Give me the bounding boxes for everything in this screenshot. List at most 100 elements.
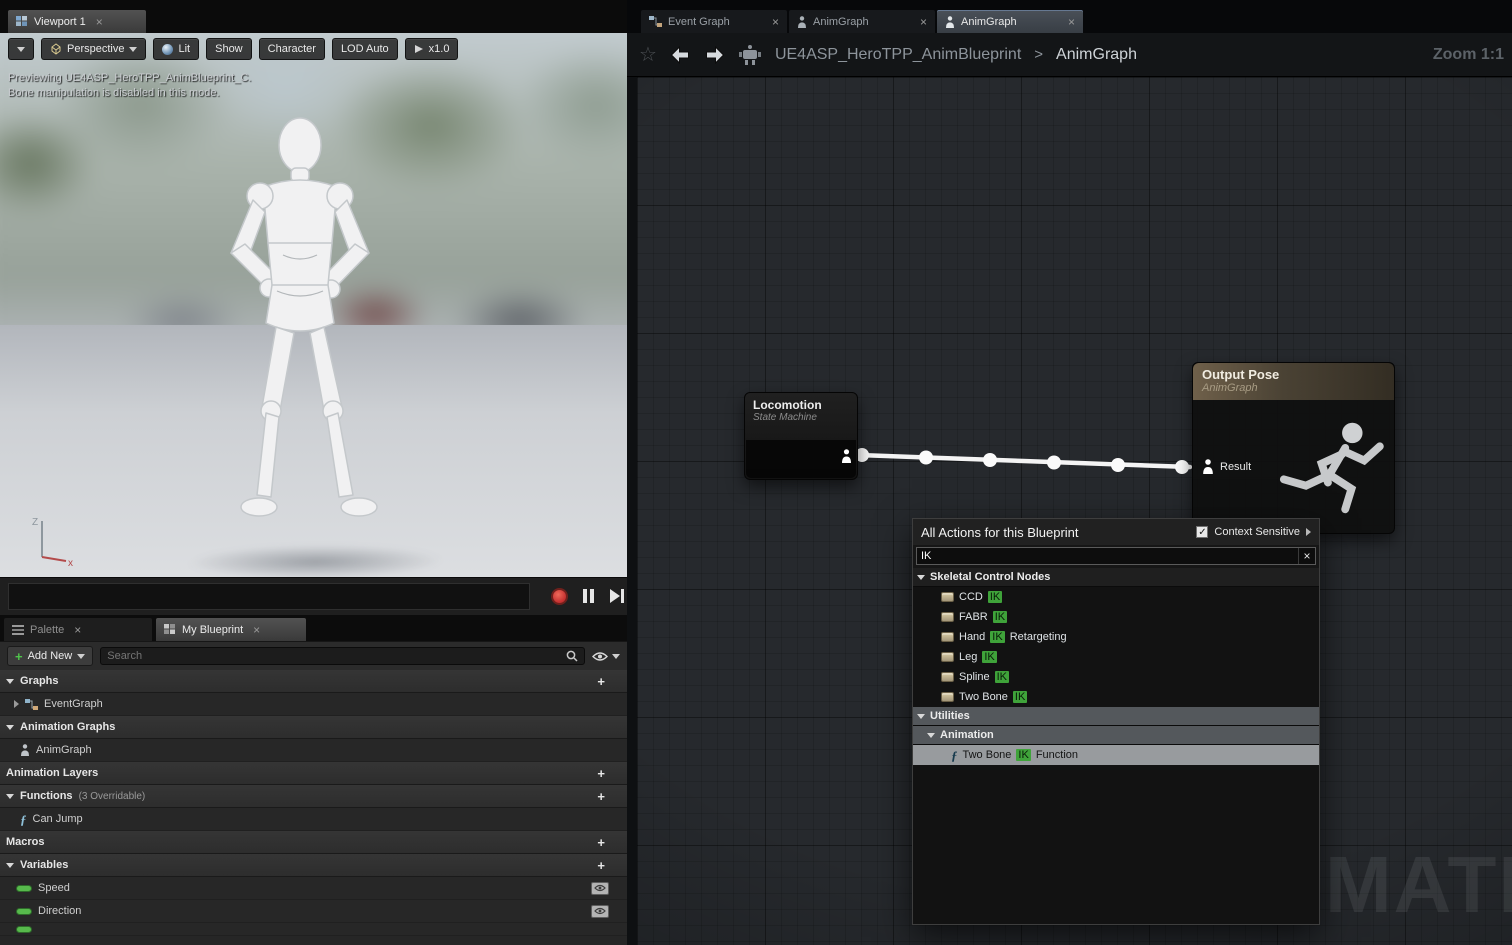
tab-palette[interactable]: Palette × bbox=[4, 618, 152, 641]
close-icon[interactable]: × bbox=[96, 16, 103, 28]
tree-header-macros[interactable]: Macros + bbox=[0, 831, 627, 854]
output-pose-node[interactable]: Output Pose AnimGraph Result bbox=[1192, 362, 1395, 534]
visibility-toggle[interactable] bbox=[591, 881, 609, 895]
variable-pill-icon bbox=[16, 907, 32, 915]
category-skeletal-control-nodes[interactable]: Skeletal Control Nodes bbox=[913, 568, 1319, 587]
tree-header-animation-layers[interactable]: Animation Layers + bbox=[0, 762, 627, 785]
graph-tab-strip: Event Graph × AnimGraph × AnimGraph × bbox=[627, 0, 1512, 33]
tab-label: Viewport 1 bbox=[34, 15, 86, 28]
close-icon[interactable]: × bbox=[74, 624, 81, 636]
expanded-triangle-icon bbox=[6, 724, 14, 730]
left-panel: Viewport 1 × Perspective Lit Show Charac… bbox=[0, 0, 627, 945]
tab-event-graph[interactable]: Event Graph × bbox=[641, 10, 787, 33]
action-item-ccdik[interactable]: CCD IK bbox=[913, 587, 1319, 607]
locomotion-node[interactable]: Locomotion State Machine bbox=[744, 392, 858, 480]
close-icon[interactable]: × bbox=[920, 16, 927, 28]
action-item-two-bone-ik-function[interactable]: ƒ Two Bone IK Function bbox=[913, 745, 1319, 765]
zoom-indicator: Zoom 1:1 bbox=[1432, 45, 1504, 63]
tab-my-blueprint[interactable]: My Blueprint × bbox=[156, 618, 306, 641]
step-forward-button[interactable] bbox=[610, 589, 624, 603]
tree-header-animation-graphs[interactable]: Animation Graphs bbox=[0, 716, 627, 739]
tree-item-partial[interactable] bbox=[0, 923, 627, 936]
eye-icon bbox=[594, 907, 606, 915]
action-item-hand-ik-retargeting[interactable]: Hand IK Retargeting bbox=[913, 627, 1319, 647]
action-item-spline-ik[interactable]: Spline IK bbox=[913, 667, 1319, 687]
character-button[interactable]: Character bbox=[258, 38, 325, 60]
filter-visibility-button[interactable] bbox=[592, 651, 620, 662]
lit-button[interactable]: Lit bbox=[153, 38, 200, 60]
favorite-star-icon[interactable]: ☆ bbox=[639, 45, 657, 65]
action-item-leg-ik[interactable]: Leg IK bbox=[913, 647, 1319, 667]
actions-search-box[interactable]: × bbox=[916, 547, 1316, 565]
tree-item-speed[interactable]: Speed bbox=[0, 877, 627, 900]
event-graph-icon bbox=[25, 698, 38, 710]
lit-sphere-icon bbox=[162, 43, 174, 55]
graph-canvas[interactable]: Locomotion State Machine Output Pose Ani… bbox=[637, 77, 1512, 945]
event-graph-icon bbox=[649, 16, 662, 27]
expand-arrow-icon[interactable] bbox=[1306, 528, 1311, 536]
tree-header-graphs[interactable]: Graphs + bbox=[0, 670, 627, 693]
clear-search-button[interactable]: × bbox=[1298, 548, 1315, 564]
breadcrumb-separator: > bbox=[1034, 46, 1044, 63]
lod-auto-button[interactable]: LOD Auto bbox=[331, 38, 398, 60]
action-item-two-bone-ik[interactable]: Two Bone IK bbox=[913, 687, 1319, 707]
playback-speed-button[interactable]: x1.0 bbox=[404, 38, 459, 60]
pause-button[interactable] bbox=[583, 589, 594, 603]
nav-forward-button[interactable] bbox=[704, 45, 725, 64]
result-pin[interactable]: Result bbox=[1202, 459, 1251, 474]
node-subtitle: State Machine bbox=[753, 412, 817, 423]
add-variable-button[interactable]: + bbox=[597, 859, 605, 872]
perspective-button[interactable]: Perspective bbox=[41, 38, 147, 60]
nav-back-button[interactable] bbox=[670, 45, 691, 64]
close-icon[interactable]: × bbox=[1068, 16, 1075, 28]
close-icon[interactable]: × bbox=[772, 16, 779, 28]
tree-item-animgraph[interactable]: AnimGraph bbox=[0, 739, 627, 762]
search-match-highlight: IK bbox=[987, 591, 1003, 603]
node-subtitle: AnimGraph bbox=[1202, 382, 1258, 394]
ue4-anim-blueprint-editor: Viewport 1 × Perspective Lit Show Charac… bbox=[0, 0, 1512, 945]
tree-header-variables[interactable]: Variables + bbox=[0, 854, 627, 877]
add-new-button[interactable]: + Add New bbox=[7, 646, 94, 666]
viewport-toolbar: Perspective Lit Show Character LOD Auto … bbox=[8, 38, 459, 60]
tab-viewport-1[interactable]: Viewport 1 × bbox=[8, 10, 146, 33]
node-icon bbox=[941, 692, 954, 702]
panel-tab-strip: Palette × My Blueprint × bbox=[0, 615, 627, 641]
preview-viewport[interactable]: Perspective Lit Show Character LOD Auto … bbox=[0, 33, 627, 577]
blueprint-search-input[interactable] bbox=[107, 650, 560, 662]
collapsed-triangle-icon[interactable] bbox=[14, 700, 19, 708]
actions-search-input[interactable] bbox=[917, 548, 1298, 564]
timeline-scrubber[interactable] bbox=[8, 583, 530, 610]
tree-item-direction[interactable]: Direction bbox=[0, 900, 627, 923]
actions-list: Skeletal Control Nodes CCD IK FABR IK Hand… bbox=[913, 568, 1319, 924]
breadcrumb-root[interactable]: UE4ASP_HeroTPP_AnimBlueprint bbox=[775, 46, 1021, 64]
graph-panel: Event Graph × AnimGraph × AnimGraph × ☆ bbox=[627, 0, 1512, 945]
breadcrumb-current[interactable]: AnimGraph bbox=[1056, 46, 1137, 64]
close-icon[interactable]: × bbox=[253, 624, 260, 636]
add-macro-button[interactable]: + bbox=[597, 836, 605, 849]
add-function-button[interactable]: + bbox=[597, 790, 605, 803]
tab-animgraph-2[interactable]: AnimGraph × bbox=[937, 10, 1083, 33]
output-pose-pin[interactable] bbox=[841, 449, 852, 468]
category-utilities[interactable]: Utilities bbox=[913, 707, 1319, 726]
chevron-down-icon bbox=[17, 46, 25, 52]
viewport-options-button[interactable] bbox=[8, 38, 34, 60]
function-icon: ƒ bbox=[951, 747, 958, 763]
record-button[interactable] bbox=[551, 588, 568, 605]
function-icon: ƒ bbox=[20, 811, 27, 827]
tab-animgraph-1[interactable]: AnimGraph × bbox=[789, 10, 935, 33]
category-animation[interactable]: Animation bbox=[913, 726, 1319, 745]
check-icon: ✓ bbox=[1198, 526, 1207, 538]
add-graph-button[interactable]: + bbox=[597, 675, 605, 688]
context-sensitive-checkbox[interactable]: ✓ bbox=[1196, 526, 1209, 538]
tree-header-functions[interactable]: Functions (3 Overridable) + bbox=[0, 785, 627, 808]
node-icon bbox=[941, 612, 954, 622]
show-button[interactable]: Show bbox=[206, 38, 252, 60]
action-item-fabrik[interactable]: FABR IK bbox=[913, 607, 1319, 627]
add-animation-layer-button[interactable]: + bbox=[597, 767, 605, 780]
tree-item-can-jump[interactable]: ƒ Can Jump bbox=[0, 808, 627, 831]
animgraph-person-icon bbox=[946, 15, 954, 28]
tree-item-eventgraph[interactable]: EventGraph bbox=[0, 693, 627, 716]
blueprint-search-box[interactable] bbox=[100, 647, 585, 665]
search-match-highlight: IK bbox=[994, 671, 1009, 683]
visibility-toggle[interactable] bbox=[591, 904, 609, 918]
